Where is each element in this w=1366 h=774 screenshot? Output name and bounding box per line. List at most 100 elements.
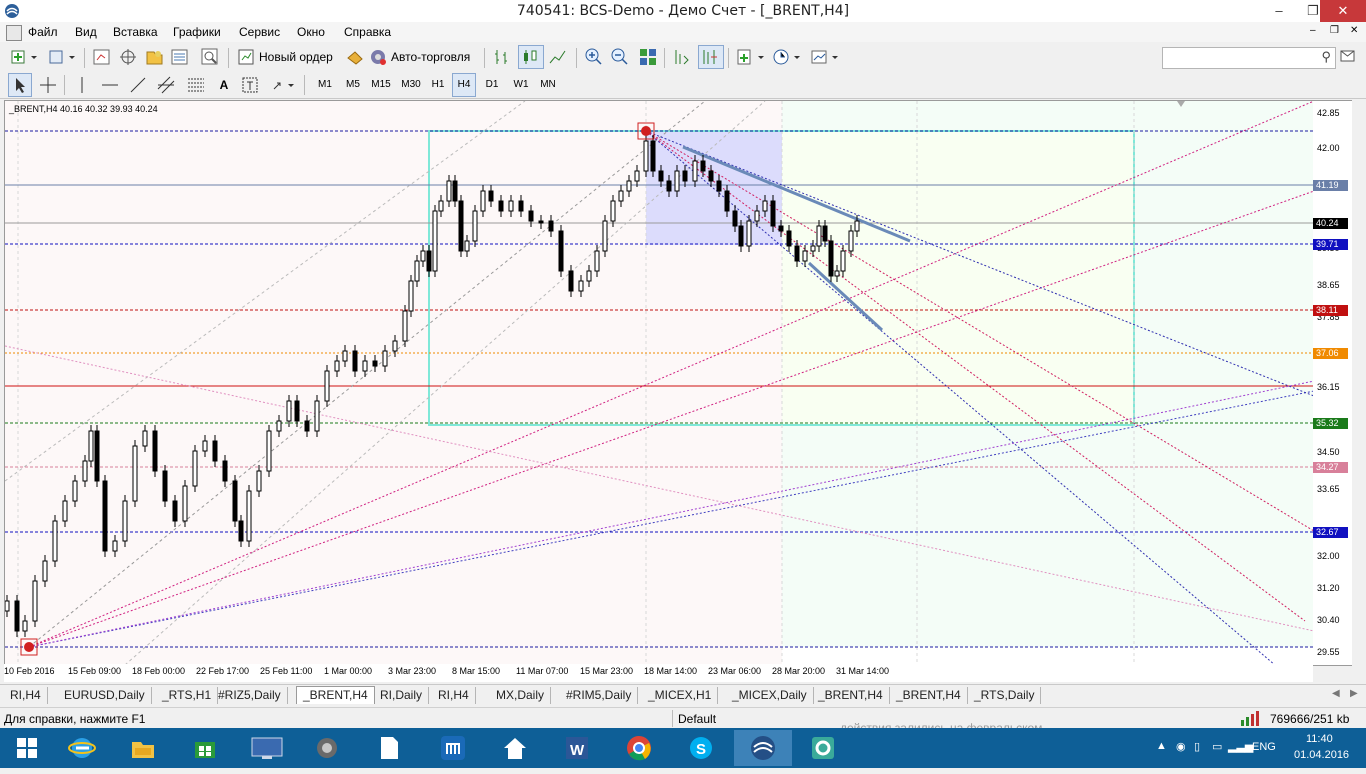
timeframe-m5[interactable]: M5 <box>340 73 366 97</box>
chart-tab[interactable]: _MICEX,Daily <box>726 687 814 704</box>
chart-tab[interactable]: _RTS,H1 <box>156 687 219 704</box>
search-field[interactable] <box>1165 49 1309 67</box>
chart-tab[interactable]: _BRENT,H4 <box>296 686 375 704</box>
clock-date[interactable]: 01.04.2016 <box>1294 749 1349 761</box>
zoom-out-icon[interactable] <box>608 45 632 69</box>
menu-file[interactable]: Файл <box>28 25 58 39</box>
periods-button[interactable] <box>770 45 806 69</box>
language-indicator[interactable]: ENG <box>1252 741 1276 753</box>
candlestick-icon[interactable] <box>518 45 544 69</box>
auto-trading-button[interactable]: Авто-торговля <box>342 45 480 69</box>
document-viewer-icon[interactable] <box>364 730 414 766</box>
tray-power-icon[interactable]: ▭ <box>1212 740 1222 753</box>
terminal-icon[interactable] <box>168 45 192 69</box>
internet-explorer-icon[interactable] <box>57 730 107 766</box>
profiles-button[interactable] <box>46 45 80 69</box>
tray-network-icon[interactable]: ▂▃▅ <box>1228 740 1253 753</box>
auto-scroll-icon[interactable] <box>670 45 696 69</box>
vertical-scrollbar[interactable] <box>1354 100 1366 682</box>
candle-body <box>732 210 738 227</box>
chart-tab[interactable]: _BRENT,H4 <box>812 687 890 704</box>
horizontal-line-icon[interactable] <box>98 73 122 97</box>
vertical-line-icon[interactable] <box>70 73 94 97</box>
price-axis[interactable]: 42.8542.0039.5038.6537.8536.1534.5033.65… <box>1313 100 1352 666</box>
market-watch-icon[interactable] <box>90 45 114 69</box>
chart-tab[interactable]: RI,H4 <box>432 687 476 704</box>
tester-icon[interactable] <box>198 45 222 69</box>
cursor-icon[interactable] <box>8 73 32 97</box>
tile-windows-icon[interactable] <box>636 45 660 69</box>
equidistant-channel-icon[interactable] <box>154 73 180 97</box>
timeframe-w1[interactable]: W1 <box>508 73 534 97</box>
navigator-icon[interactable] <box>142 45 166 69</box>
bar-chart-icon[interactable] <box>490 45 516 69</box>
skype-icon[interactable]: S <box>676 730 726 766</box>
chart-shift-icon[interactable] <box>698 45 724 69</box>
text-tool-icon[interactable]: A <box>212 73 236 97</box>
data-window-icon[interactable] <box>116 45 140 69</box>
tray-chevron-icon[interactable]: ▲ <box>1156 740 1167 752</box>
search-icon[interactable]: ⚲ <box>1321 49 1331 65</box>
timeframe-m30[interactable]: M30 <box>396 73 426 97</box>
templates-button[interactable] <box>808 45 844 69</box>
indicators-button[interactable] <box>734 45 770 69</box>
chrome-icon[interactable] <box>614 730 664 766</box>
crosshair-icon[interactable] <box>36 73 60 97</box>
tab-scroll-left-icon[interactable]: ◀ <box>1332 688 1340 699</box>
chart-tab[interactable]: #RIZ5,Daily <box>212 687 288 704</box>
file-explorer-icon[interactable] <box>118 730 168 766</box>
menu-help[interactable]: Справка <box>344 25 391 39</box>
mail-icon[interactable] <box>1340 49 1356 63</box>
tray-antivirus-icon[interactable]: ◉ <box>1176 740 1186 753</box>
chart-tab[interactable]: RI,H4 <box>4 687 48 704</box>
start-button[interactable] <box>2 730 52 766</box>
store-icon[interactable] <box>180 730 230 766</box>
home-icon[interactable] <box>490 730 540 766</box>
menu-insert[interactable]: Вставка <box>113 25 158 39</box>
chart-tab[interactable]: _BRENT,H4 <box>890 687 968 704</box>
candle-body <box>5 600 10 612</box>
chart-tab[interactable]: MX,Daily <box>490 687 552 704</box>
new-chart-button[interactable] <box>8 45 42 69</box>
timeframe-h4[interactable]: H4 <box>452 73 476 97</box>
price-chart[interactable]: _BRENT,H4 40.16 40.32 39.93 40.24 <box>4 100 1315 666</box>
chart-tab[interactable]: #RIM5,Daily <box>560 687 639 704</box>
word-icon[interactable]: W <box>552 730 602 766</box>
timeframe-m15[interactable]: M15 <box>366 73 396 97</box>
timeframe-mn[interactable]: MN <box>534 73 562 97</box>
tab-scroll-right-icon[interactable]: ▶ <box>1350 688 1358 699</box>
maxthon-icon[interactable] <box>428 730 478 766</box>
menu-charts[interactable]: Графики <box>173 25 221 39</box>
search-input[interactable]: ⚲ <box>1162 47 1336 69</box>
timeframe-h1[interactable]: H1 <box>426 73 450 97</box>
arrows-icon[interactable] <box>268 73 300 97</box>
chart-tab[interactable]: _RTS,Daily <box>968 687 1042 704</box>
menu-view[interactable]: Вид <box>75 25 97 39</box>
trendline-icon[interactable] <box>126 73 150 97</box>
close-button[interactable]: ✕ <box>1320 0 1366 22</box>
timeframe-m1[interactable]: M1 <box>312 73 338 97</box>
child-close-button[interactable]: ✕ <box>1350 25 1364 37</box>
lenovo-app-icon[interactable] <box>242 730 292 766</box>
metatrader-icon[interactable] <box>734 730 792 766</box>
menu-tools[interactable]: Сервис <box>239 25 280 39</box>
child-minimize-button[interactable]: – <box>1310 25 1324 37</box>
text-label-icon[interactable] <box>238 73 264 97</box>
new-order-button[interactable]: Новый ордер <box>234 45 338 69</box>
time-axis[interactable]: 10 Feb 2016 15 Feb 09:00 18 Feb 00:00 22 Fe… <box>4 664 1313 682</box>
chart-tab[interactable]: _MICEX,H1 <box>642 687 719 704</box>
chart-tab[interactable]: EURUSD,Daily <box>58 687 152 704</box>
zoom-in-icon[interactable] <box>582 45 606 69</box>
chart-tab[interactable]: RI,Daily <box>374 687 430 704</box>
minimize-button[interactable]: – <box>1262 0 1296 22</box>
child-restore-button[interactable]: ❐ <box>1330 25 1344 37</box>
fibonacci-icon[interactable] <box>184 73 210 97</box>
timeframe-d1[interactable]: D1 <box>480 73 504 97</box>
quik-icon[interactable] <box>798 730 848 766</box>
clock-time[interactable]: 11:40 <box>1306 733 1333 745</box>
line-chart-icon[interactable] <box>546 45 572 69</box>
candle-body <box>232 480 238 522</box>
menu-window[interactable]: Окно <box>297 25 325 39</box>
security-app-icon[interactable] <box>302 730 352 766</box>
tray-device-icon[interactable]: ▯ <box>1194 740 1200 753</box>
